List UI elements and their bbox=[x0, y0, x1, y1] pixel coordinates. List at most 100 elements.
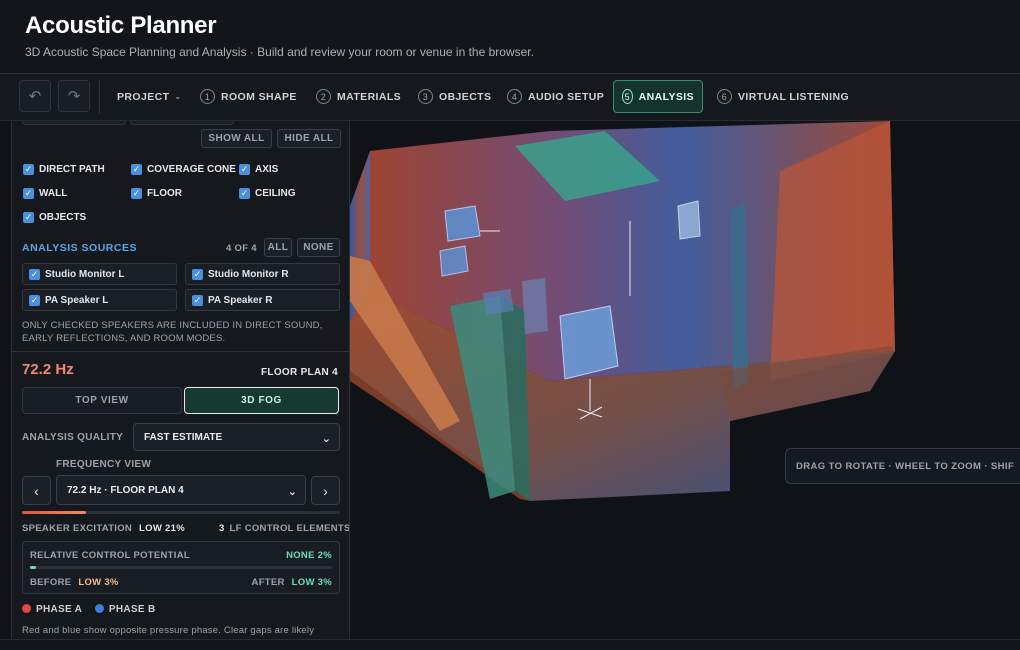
phase-a-dot-icon bbox=[22, 604, 31, 613]
checkbox-checked-icon: ✓ bbox=[23, 211, 34, 223]
source-label: Studio Monitor R bbox=[208, 268, 289, 280]
toggle-floor[interactable]: ✓ FLOOR bbox=[131, 186, 182, 200]
sources-all-button[interactable]: ALL bbox=[264, 238, 292, 257]
tab-label: VIRTUAL LISTENING bbox=[738, 90, 850, 103]
room-3d-render bbox=[350, 121, 895, 501]
toggle-label: COVERAGE CONE bbox=[147, 163, 236, 175]
tab-analysis[interactable]: 5 ANALYSIS bbox=[613, 80, 703, 113]
checkbox-checked-icon: ✓ bbox=[131, 163, 142, 175]
tab-label: OBJECTS bbox=[439, 90, 492, 103]
studio-monitor-l bbox=[444, 205, 481, 242]
source-pa-speaker-l[interactable]: ✓ PA Speaker L bbox=[22, 289, 177, 311]
toggle-label: WALL bbox=[39, 187, 68, 199]
after-value: LOW 3% bbox=[291, 577, 332, 588]
tab-room-shape[interactable]: 1 ROOM SHAPE bbox=[191, 80, 306, 113]
pa-speaker-r bbox=[559, 305, 619, 380]
toggle-objects[interactable]: ✓ OBJECTS bbox=[23, 210, 86, 224]
after-label: AFTER bbox=[251, 577, 285, 588]
toggle-coverage-cone[interactable]: ✓ COVERAGE CONE bbox=[131, 162, 236, 176]
3d-viewport[interactable]: DRAG TO ROTATE · WHEEL TO ZOOM · SHIF bbox=[350, 121, 1020, 639]
toggle-wall[interactable]: ✓ WALL bbox=[23, 186, 67, 200]
pa-speaker-l bbox=[439, 245, 469, 277]
source-label: PA Speaker L bbox=[45, 294, 109, 306]
source-label: Studio Monitor L bbox=[45, 268, 125, 280]
tab-objects[interactable]: 3 OBJECTS bbox=[409, 80, 500, 113]
toggle-label: DIRECT PATH bbox=[39, 163, 105, 175]
step-number: 1 bbox=[200, 89, 215, 104]
project-menu[interactable]: PROJECT ⌄ bbox=[108, 80, 191, 113]
toggle-ceiling[interactable]: ✓ CEILING bbox=[239, 186, 296, 200]
sources-count: 4 OF 4 bbox=[226, 243, 257, 254]
3d-fog-button[interactable]: 3D FOG bbox=[184, 387, 339, 414]
frequency-progress-track bbox=[22, 511, 340, 514]
lf-control-elements: 3 LF CONTROL ELEMENTS bbox=[219, 523, 350, 534]
toggle-label: CEILING bbox=[255, 187, 296, 199]
chevron-down-icon: ⌄ bbox=[174, 92, 182, 101]
phase-b-label: PHASE B bbox=[108, 604, 156, 615]
source-pa-speaker-r[interactable]: ✓ PA Speaker R bbox=[185, 289, 340, 311]
checkbox-checked-icon: ✓ bbox=[131, 187, 142, 199]
step-number: 6 bbox=[717, 89, 732, 104]
show-all-button[interactable]: SHOW ALL bbox=[201, 129, 272, 148]
top-view-button[interactable]: TOP VIEW bbox=[22, 387, 182, 414]
tab-label: ANALYSIS bbox=[638, 90, 694, 103]
source-studio-monitor-l[interactable]: ✓ Studio Monitor L bbox=[22, 263, 177, 285]
chevron-left-icon: ‹ bbox=[34, 482, 39, 499]
speaker-excitation: SPEAKER EXCITATION LOW 21% bbox=[22, 523, 185, 534]
rcp-title: RELATIVE CONTROL POTENTIAL bbox=[30, 550, 190, 561]
relative-control-potential-card: RELATIVE CONTROL POTENTIAL NONE 2% BEFOR… bbox=[22, 541, 340, 594]
hide-all-button[interactable]: HIDE ALL bbox=[277, 129, 341, 148]
tab-audio-setup[interactable]: 4 AUDIO SETUP bbox=[498, 80, 613, 113]
step-number: 4 bbox=[507, 89, 522, 104]
toggle-label: FLOOR bbox=[147, 187, 182, 199]
chevron-down-icon: ⌄ bbox=[321, 433, 331, 445]
checkbox-checked-icon: ✓ bbox=[192, 268, 203, 280]
floor-plan-label: FLOOR PLAN 4 bbox=[261, 367, 338, 378]
tab-virtual-listening[interactable]: 6 VIRTUAL LISTENING bbox=[708, 80, 858, 113]
rcp-progress-fill bbox=[30, 566, 37, 569]
phase-b-dot-icon bbox=[94, 604, 104, 613]
analysis-panel: SHOW ALL HIDE ALL ✓ DIRECT PATH ✓ COVERAGE… bbox=[11, 121, 350, 639]
undo-button[interactable]: ↶ bbox=[19, 80, 51, 112]
rcp-progress-track bbox=[30, 566, 332, 569]
cut-off-control[interactable] bbox=[130, 121, 234, 125]
analysis-sources-title: ANALYSIS SOURCES bbox=[22, 242, 137, 254]
step-number: 3 bbox=[418, 89, 433, 104]
frequency-view-label: FREQUENCY VIEW bbox=[56, 459, 152, 470]
sources-note-line-1: ONLY CHECKED SPEAKERS ARE INCLUDED IN DI… bbox=[22, 320, 323, 331]
project-label: PROJECT bbox=[117, 90, 170, 103]
chevron-down-icon: ⌄ bbox=[287, 486, 297, 498]
rcp-after: AFTER LOW 3% bbox=[252, 577, 332, 588]
next-frequency-button[interactable]: › bbox=[311, 476, 340, 505]
source-studio-monitor-r[interactable]: ✓ Studio Monitor R bbox=[185, 263, 340, 285]
previous-frequency-button[interactable]: ‹ bbox=[22, 476, 51, 505]
checkbox-checked-icon: ✓ bbox=[29, 268, 40, 280]
toggle-axis[interactable]: ✓ AXIS bbox=[239, 162, 278, 176]
undo-icon: ↶ bbox=[28, 88, 42, 105]
phase-a-label: PHASE A bbox=[36, 604, 82, 615]
status-strip bbox=[0, 639, 1020, 650]
lf-label: LF CONTROL ELEMENTS bbox=[229, 523, 350, 534]
toolbar-divider bbox=[99, 80, 100, 114]
section-divider bbox=[12, 351, 349, 352]
checkbox-checked-icon: ✓ bbox=[29, 294, 40, 306]
viewport-hint: DRAG TO ROTATE · WHEEL TO ZOOM · SHIF bbox=[785, 448, 1020, 484]
checkbox-checked-icon: ✓ bbox=[239, 187, 250, 199]
tab-materials[interactable]: 2 MATERIALS bbox=[307, 80, 410, 113]
analysis-quality-select[interactable]: FAST ESTIMATE ⌄ bbox=[133, 423, 340, 451]
lf-count: 3 bbox=[219, 523, 225, 534]
checkbox-checked-icon: ✓ bbox=[192, 294, 203, 306]
analysis-quality-label: ANALYSIS QUALITY bbox=[22, 432, 124, 443]
sources-none-button[interactable]: NONE bbox=[297, 238, 340, 257]
app-header: Acoustic Planner 3D Acoustic Space Plann… bbox=[0, 0, 1020, 74]
rcp-before: BEFORE LOW 3% bbox=[30, 577, 119, 588]
redo-button[interactable]: ↷ bbox=[58, 80, 90, 112]
select-value: FAST ESTIMATE bbox=[144, 431, 223, 443]
checkbox-checked-icon: ✓ bbox=[23, 163, 34, 175]
frequency-progress-fill bbox=[22, 511, 86, 514]
frequency-view-select[interactable]: 72.2 Hz · FLOOR PLAN 4 ⌄ bbox=[56, 475, 306, 505]
right-column bbox=[730, 201, 748, 391]
phase-legend: PHASE A PHASE B bbox=[22, 604, 155, 615]
cut-off-control[interactable] bbox=[22, 121, 126, 125]
toggle-direct-path[interactable]: ✓ DIRECT PATH bbox=[23, 162, 105, 176]
